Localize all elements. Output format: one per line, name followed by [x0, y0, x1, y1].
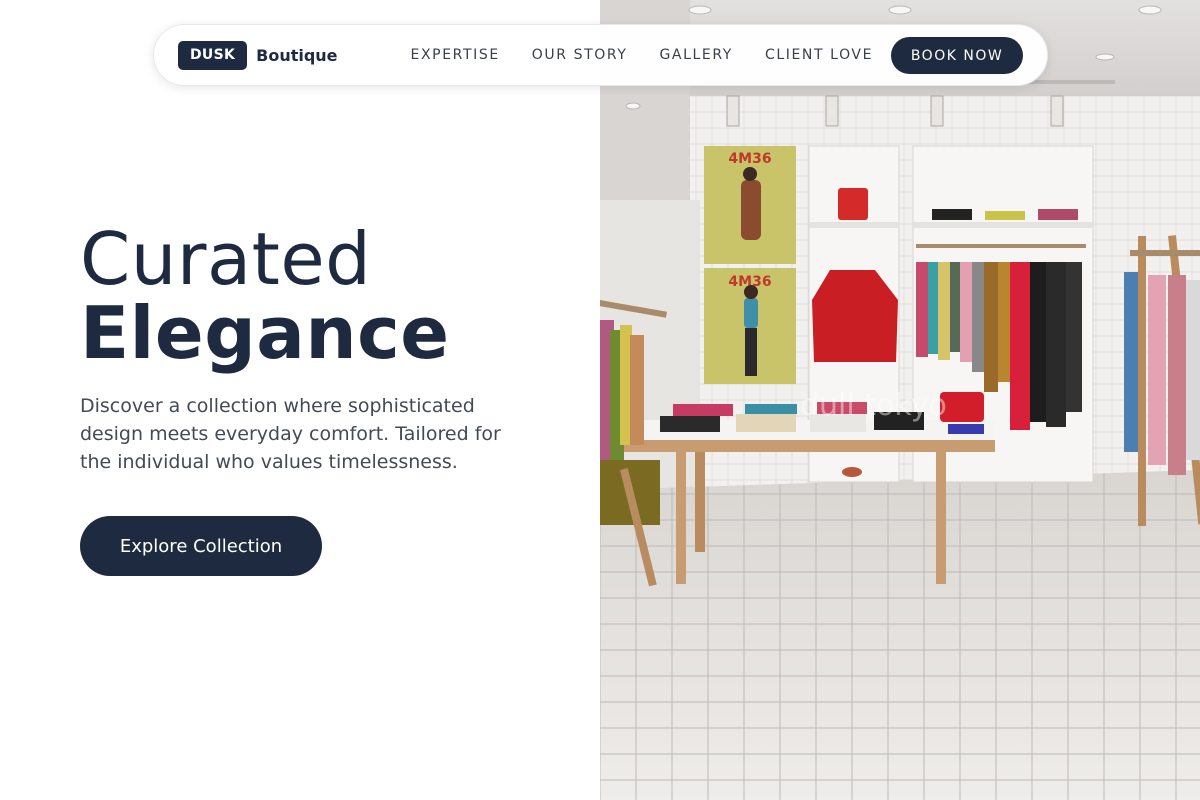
brand-badge: DUSK — [178, 40, 248, 70]
hero-description: Discover a collection where sophisticate… — [80, 395, 501, 473]
nav-link-our-story[interactable]: OUR STORY — [532, 47, 628, 63]
nav-link-gallery[interactable]: GALLERY — [659, 47, 732, 63]
nav-links: EXPERTISE OUR STORY GALLERY CLIENT LOVE — [411, 47, 874, 63]
watermark-text: dull tokyo — [800, 388, 947, 423]
nav-link-expertise[interactable]: EXPERTISE — [411, 47, 500, 63]
hero-title-line-1: Curated — [80, 217, 372, 301]
nav-link-client-love[interactable]: CLIENT LOVE — [765, 47, 873, 63]
hero-section: Curated Elegance Discover a collection w… — [80, 222, 560, 476]
explore-collection-button[interactable]: Explore Collection — [80, 516, 322, 576]
hero-title-line-2: Elegance — [80, 291, 450, 375]
brand-logo[interactable]: DUSK Boutique — [178, 40, 338, 70]
hero-title: Curated Elegance — [80, 222, 560, 370]
book-now-button[interactable]: BOOK NOW — [891, 37, 1023, 74]
store-illustration: 4M36 4M36 dull tokyo — [600, 0, 1200, 800]
poster-text-top: 4M36 — [728, 151, 771, 167]
brand-name: Boutique — [256, 45, 338, 65]
top-navigation: DUSK Boutique EXPERTISE OUR STORY GALLER… — [153, 24, 1048, 86]
hero-image-store-interior: 4M36 4M36 dull tokyo — [600, 0, 1200, 800]
